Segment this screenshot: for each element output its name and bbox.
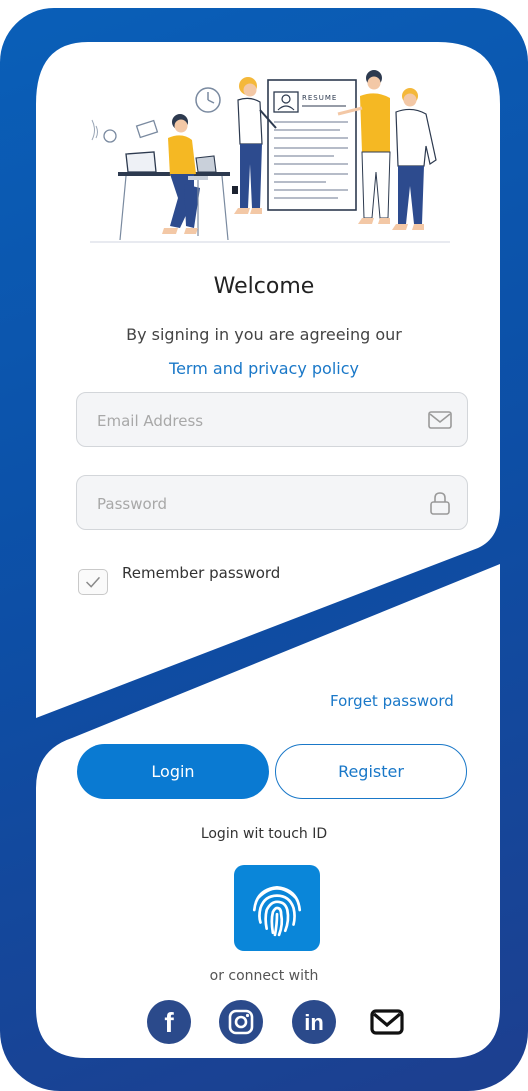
- forget-password-link[interactable]: Forget password: [330, 692, 454, 710]
- remember-label: Remember password: [122, 564, 281, 582]
- team-illustration: RESUME: [90, 70, 450, 243]
- envelope-icon: [428, 411, 452, 429]
- linkedin-icon[interactable]: in: [290, 998, 338, 1046]
- fingerprint-icon: [252, 885, 302, 937]
- instagram-icon[interactable]: [217, 998, 265, 1046]
- checkmark-icon: [86, 576, 101, 588]
- facebook-glyph: f: [164, 1007, 174, 1038]
- password-input[interactable]: [77, 476, 419, 531]
- welcome-title: Welcome: [213, 274, 315, 299]
- mail-icon[interactable]: [363, 998, 411, 1046]
- terms-link[interactable]: Term and privacy policy: [0, 359, 528, 378]
- email-field[interactable]: [76, 392, 468, 448]
- lock-icon: [430, 492, 450, 515]
- register-button[interactable]: Register: [275, 744, 467, 799]
- connect-label: or connect with: [209, 968, 319, 984]
- login-button[interactable]: Login: [77, 744, 269, 799]
- remember-checkbox[interactable]: [78, 569, 108, 595]
- resume-label: RESUME: [302, 94, 337, 102]
- agreement-text: By signing in you are agreeing our: [126, 325, 402, 344]
- fingerprint-button[interactable]: [234, 865, 320, 951]
- email-input[interactable]: [77, 393, 419, 448]
- touch-id-label: Login wit touch ID: [200, 826, 328, 842]
- linkedin-glyph: in: [304, 1010, 324, 1035]
- password-field[interactable]: [76, 475, 468, 531]
- phone-frame: RESUME Welcome By signing in you are agr…: [0, 8, 528, 1091]
- facebook-icon[interactable]: f: [145, 998, 193, 1046]
